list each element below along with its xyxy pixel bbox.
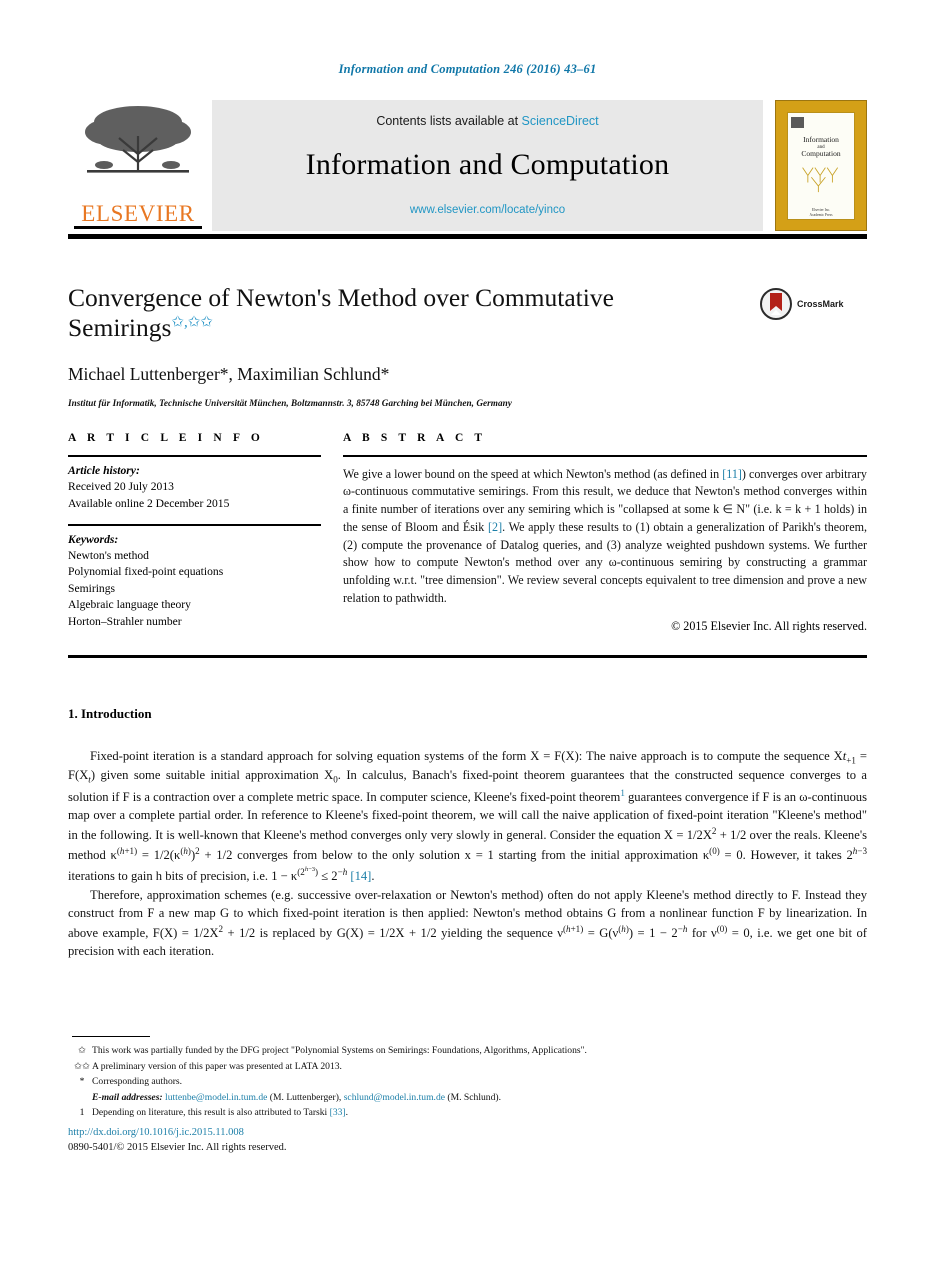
author-list: Michael Luttenberger*, Maximilian Schlun… [68,364,390,385]
p1-seg-c: ) given some suitable initial approximat… [90,768,334,783]
article-history-block: Article history: Received 20 July 2013 A… [68,457,321,512]
paragraph-2: Therefore, approximation schemes (e.g. s… [68,887,868,958]
affiliation: Institut für Informatik, Technische Univ… [68,398,512,409]
email-link-schlund[interactable]: schlund@model.in.tum.de [344,1092,445,1103]
journal-cover-inner: Information and Computation Elsevier Inc… [787,111,855,220]
elsevier-logo: ELSEVIER [68,100,208,231]
p2-seg-b: + 1/2 is replaced by G(X) = 1/2X + 1/2 y… [223,925,563,940]
crossmark-icon[interactable] [760,288,792,320]
keyword-item: Semirings [68,581,116,595]
footnote-symbol: ✩✩ [73,1060,91,1072]
keywords-label: Keywords: [68,532,119,546]
elsevier-underline [74,226,202,229]
p1-seg-l: ≤ 2 [318,869,338,884]
footnote-item: ✩✩ A preliminary version of this paper w… [72,1059,867,1075]
doi-link[interactable]: http://dx.doi.org/10.1016/j.ic.2015.11.0… [68,1127,244,1138]
elsevier-tree-icon [85,106,191,173]
cover-footer-text: Elsevier Inc. Academic Press [809,208,832,219]
cover-journal-title: Information and Computation [801,134,841,159]
footnote-item: * Corresponding authors. [72,1074,867,1090]
p1-seg-i: + 1/2 converges from below to the only s… [199,848,710,862]
abstract-citation-11[interactable]: [11] [722,467,742,481]
abstract-citation-2[interactable]: [2] [488,520,502,534]
footnote-text: Depending on literature, this result is … [92,1107,330,1119]
p2-seg-d: ) = 1 − 2 [628,925,678,940]
p1-seg-j: = 0. However, it takes 2 [719,848,853,862]
footnote-text: Corresponding authors. [92,1076,183,1088]
history-item-received: Received 20 July 2013 [68,480,174,494]
footnote-citation-33[interactable]: [33] [330,1107,346,1118]
article-info-column: A R T I C L E I N F O Article history: R… [68,432,321,634]
footnote-item: ✩ This work was partially funded by the … [72,1043,867,1059]
p1-seg-g: = 1/2(κ [137,848,181,862]
article-info-heading: A R T I C L E I N F O [68,432,264,444]
email-owner-2: (M. Schlund). [447,1091,501,1103]
abstract-copyright: © 2015 Elsevier Inc. All rights reserved… [671,618,867,633]
footnote-block: ✩ This work was partially funded by the … [72,1043,867,1121]
body-citation-14[interactable]: [14] [350,869,371,883]
email-addresses-label: E-mail addresses: [92,1091,163,1103]
cover-tree-diagram-icon [802,167,839,193]
article-title-block: Convergence of Newton's Method over Comm… [68,283,748,408]
keyword-item: Horton–Strahler number [68,614,182,628]
footnote-text: This work was partially funded by the DF… [92,1045,587,1056]
contents-available-line: Contents lists available at ScienceDirec… [376,114,598,128]
publisher-mark-icon [791,116,804,128]
contents-prefix-text: Contents lists available at [376,113,519,128]
masthead-bottom-rule [68,234,867,239]
elsevier-wordmark: ELSEVIER [81,201,195,226]
cover-title-line2: Computation [801,149,841,159]
keyword-item: Newton's method [68,549,149,562]
p1-seg-a: Fixed-point iteration is a standard appr… [90,749,843,763]
footnote-symbol: * [79,1076,85,1088]
keyword-item: Polynomial fixed-point equations [68,565,224,579]
journal-masthead: ELSEVIER Contents lists available at Sci… [68,100,867,231]
cover-title-line1: Information [803,134,839,144]
paragraph-1: Fixed-point iteration is a standard appr… [68,749,868,884]
p2-seg-c: = G(ν [583,925,619,940]
abstract-bottom-rule [68,655,867,658]
footnote-symbol: ✩ [77,1045,87,1056]
paper-title-text: Convergence of Newton's Method over Comm… [68,283,614,343]
email-link-luttenberger[interactable]: luttenbe@model.in.tum.de [165,1092,267,1103]
keyword-item: Algebraic language theory [68,598,191,612]
body-content: Fixed-point iteration is a standard appr… [68,748,867,961]
journal-title: Information and Computation [305,147,670,181]
info-abstract-region: A R T I C L E I N F O Article history: R… [68,432,867,634]
cover-footer-line1: Elsevier Inc. [811,207,831,212]
crossmark-label: CrossMark [797,299,844,309]
running-head: Information and Computation 246 (2016) 4… [338,62,597,76]
abstract-part-1: We give a lower bound on the speed at wh… [343,466,723,481]
footnote-separator-rule [72,1036,150,1038]
footnote-item: 1 Depending on literature, this result i… [72,1105,867,1121]
title-footnote-marks: ✩,✩✩ [171,314,213,331]
history-item-online: Available online 2 December 2015 [68,496,230,510]
footnote-symbol: 1 [79,1107,85,1119]
page-title: Convergence of Newton's Method over Comm… [68,283,748,343]
section-heading-introduction: 1. Introduction [68,706,152,721]
issn-copyright-line: 0890-5401/© 2015 Elsevier Inc. All right… [68,1142,287,1153]
crossmark-badge[interactable]: CrossMark [760,288,844,320]
sciencedirect-link[interactable]: ScienceDirect [522,114,599,128]
journal-cover-thumbnail[interactable]: Information and Computation Elsevier Inc… [775,100,867,231]
p2-seg-e: for ν [687,925,717,940]
article-history-label: Article history: [68,463,140,477]
email-owner-1: (M. Luttenberger), [269,1091,342,1103]
p1-seg-k: iterations to gain h bits of precision, … [68,869,298,884]
abstract-column: A B S T R A C T We give a lower bound on… [343,432,867,634]
contents-banner: Contents lists available at ScienceDirec… [212,100,763,231]
abstract-heading: A B S T R A C T [343,432,487,444]
footnote-email-line: E-mail addresses: luttenbe@model.in.tum.… [72,1090,867,1106]
journal-homepage-link[interactable]: www.elsevier.com/locate/yinco [410,204,565,216]
cover-footer-line2: Academic Press [809,213,833,218]
keywords-block: Keywords: Newton's method Polynomial fix… [68,526,321,631]
paper-page: Information and Computation 246 (2016) 4… [0,0,935,1266]
footnote-text: A preliminary version of this paper was … [92,1060,342,1072]
abstract-text: We give a lower bound on the speed at wh… [343,457,867,608]
